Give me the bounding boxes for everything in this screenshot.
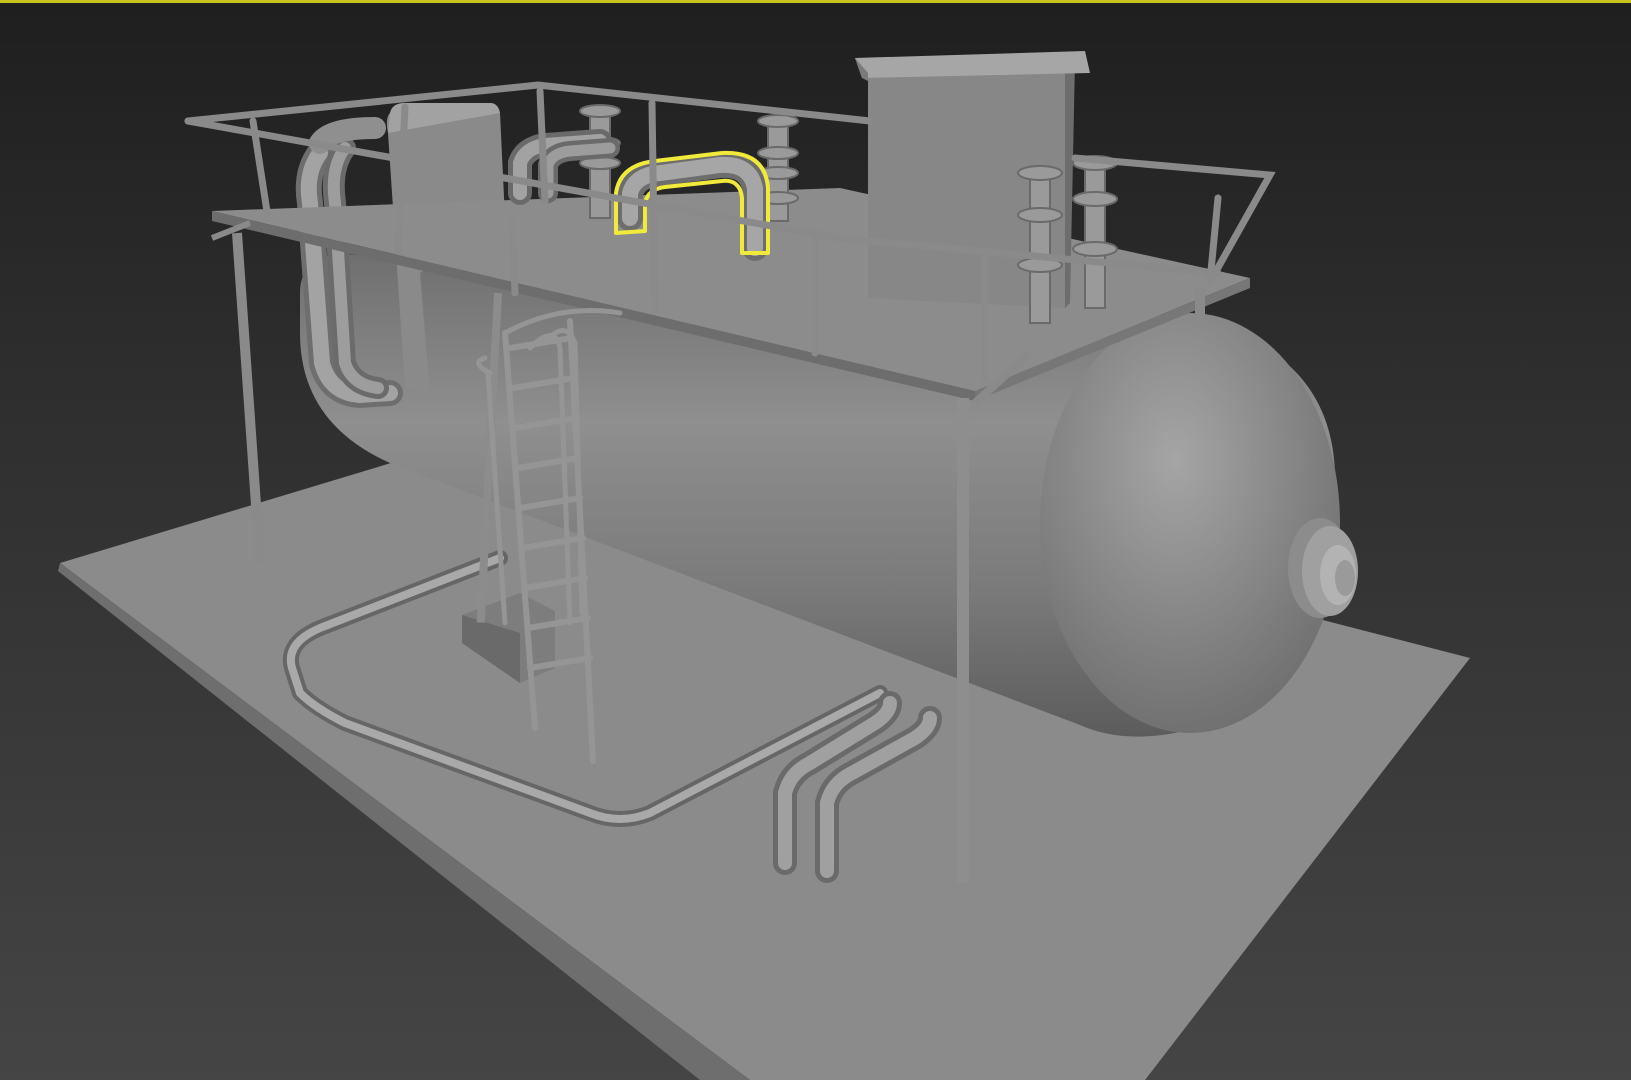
- viewport-3d[interactable]: [0, 0, 1631, 1080]
- vessel-end-flange[interactable]: [1288, 518, 1358, 618]
- scene-render[interactable]: [0, 3, 1631, 1080]
